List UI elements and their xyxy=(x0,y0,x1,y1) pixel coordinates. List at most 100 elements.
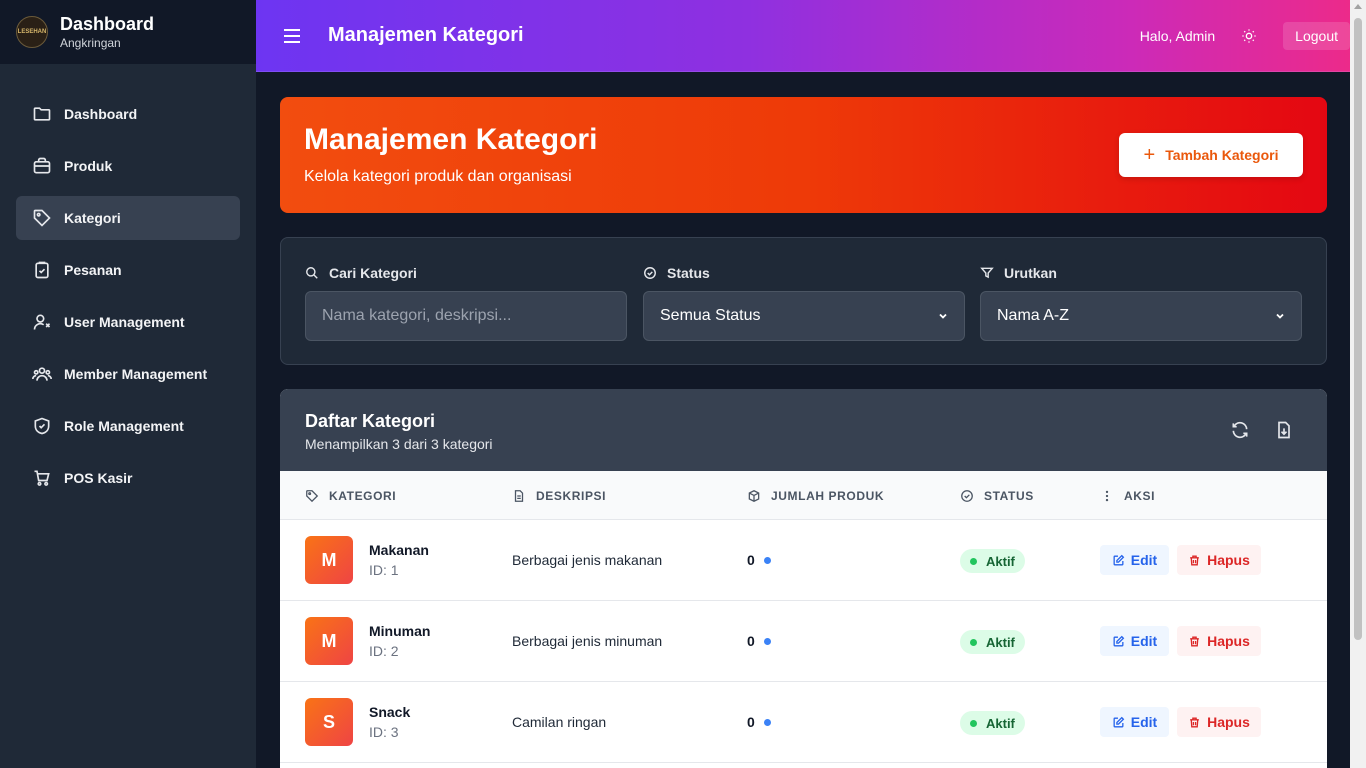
category-name: Minuman xyxy=(369,623,431,639)
sidebar-item-label: Role Management xyxy=(64,418,184,434)
count-dot xyxy=(763,718,771,726)
hero-title: Manajemen Kategori xyxy=(304,123,598,156)
status-text: Aktif xyxy=(986,715,1015,731)
chevron-down-icon xyxy=(939,313,947,319)
sidebar-item-label: Pesanan xyxy=(64,262,122,278)
document-icon xyxy=(514,489,524,502)
count-dot xyxy=(763,556,771,564)
user-greeting: Halo, Admin xyxy=(1139,28,1216,44)
sidebar: LESEHAN Dashboard Angkringan Dashboard P… xyxy=(0,0,256,768)
edit-label: Edit xyxy=(1130,552,1158,568)
page-title: Manajemen Kategori xyxy=(328,24,524,46)
cart-icon xyxy=(34,470,50,486)
add-category-button[interactable]: + Tambah Kategori xyxy=(1119,133,1303,177)
sort-select[interactable]: Nama A-Z xyxy=(980,291,1302,341)
sidebar-item-user-management[interactable]: User Management xyxy=(16,300,240,344)
edit-label: Edit xyxy=(1130,633,1158,649)
sidebar-item-label: User Management xyxy=(64,314,185,330)
table-title: Daftar Kategori xyxy=(305,411,436,431)
scroll-up-arrow[interactable] xyxy=(1354,4,1362,9)
sidebar-item-role-management[interactable]: Role Management xyxy=(16,404,240,448)
tag-icon xyxy=(33,209,51,227)
search-input[interactable]: Nama kategori, deskripsi... xyxy=(305,291,627,341)
edit-button[interactable]: Edit xyxy=(1100,626,1169,656)
table-row: M Makanan ID: 1 Berbagai jenis makanan 0… xyxy=(280,520,1327,601)
theme-toggle-button[interactable] xyxy=(1237,24,1261,48)
scroll-thumb[interactable] xyxy=(1354,18,1362,640)
tag-icon xyxy=(306,489,319,502)
sidebar-item-produk[interactable]: Produk xyxy=(16,144,240,188)
search-label: Cari Kategori xyxy=(329,265,417,281)
hamburger-menu-icon[interactable] xyxy=(280,24,304,48)
box-icon xyxy=(33,157,51,174)
category-table: Daftar Kategori Menampilkan 3 dari 3 kat… xyxy=(280,389,1327,768)
edit-button[interactable]: Edit xyxy=(1100,545,1169,575)
sidebar-item-label: Member Management xyxy=(64,366,208,382)
sort-filter: Urutkan Nama A-Z xyxy=(980,264,1302,341)
status-badge: Aktif xyxy=(960,711,1025,735)
search-icon xyxy=(306,267,318,279)
column-deskripsi: DESKRIPSI xyxy=(512,471,606,520)
filter-panel: Cari Kategori Nama kategori, deskripsi..… xyxy=(280,237,1327,365)
page-scrollbar[interactable] xyxy=(1350,0,1366,768)
sidebar-item-label: Kategori xyxy=(64,210,121,226)
column-jumlah-produk: JUMLAH PRODUK xyxy=(747,471,884,520)
brand: LESEHAN Dashboard Angkringan xyxy=(0,0,256,64)
sidebar-item-label: POS Kasir xyxy=(64,470,133,486)
add-category-label: Tambah Kategori xyxy=(1165,147,1279,163)
category-avatar: S xyxy=(305,698,353,746)
export-file-icon[interactable] xyxy=(1274,420,1294,440)
column-label: STATUS xyxy=(984,488,1034,503)
table-header: Daftar Kategori Menampilkan 3 dari 3 kat… xyxy=(280,389,1327,471)
sidebar-item-kategori[interactable]: Kategori xyxy=(16,196,240,240)
shield-icon xyxy=(34,417,50,435)
sidebar-item-member-management[interactable]: Member Management xyxy=(16,352,240,396)
status-text: Aktif xyxy=(986,553,1015,569)
status-dot xyxy=(970,638,977,646)
hero-banner: Manajemen Kategori Kelola kategori produ… xyxy=(280,97,1327,213)
category-description: Camilan ringan xyxy=(512,714,607,730)
sidebar-item-pesanan[interactable]: Pesanan xyxy=(16,248,240,292)
funnel-icon xyxy=(980,267,994,279)
category-description: Berbagai jenis minuman xyxy=(512,633,663,649)
status-dot xyxy=(970,557,977,565)
trash-icon xyxy=(1190,555,1199,565)
search-filter: Cari Kategori Nama kategori, deskripsi..… xyxy=(305,264,627,341)
column-label: DESKRIPSI xyxy=(536,488,607,503)
count-dot xyxy=(763,637,771,645)
delete-label: Hapus xyxy=(1207,714,1250,730)
delete-button[interactable]: Hapus xyxy=(1177,545,1261,575)
product-count: 0 xyxy=(747,714,771,730)
delete-button[interactable]: Hapus xyxy=(1177,707,1261,737)
product-count: 0 xyxy=(747,552,771,568)
column-aksi: AKSI xyxy=(1100,471,1155,520)
refresh-icon[interactable] xyxy=(1230,420,1250,440)
category-name: Snack xyxy=(369,704,411,720)
column-kategori: KATEGORI xyxy=(305,471,396,520)
logout-button[interactable]: Logout xyxy=(1283,22,1350,50)
sidebar-item-pos-kasir[interactable]: POS Kasir xyxy=(16,456,240,500)
sidebar-item-dashboard[interactable]: Dashboard xyxy=(16,92,240,136)
status-select-value: Semua Status xyxy=(660,307,761,324)
chevron-down-icon xyxy=(1276,313,1284,319)
status-badge: Aktif xyxy=(960,549,1025,573)
cube-icon xyxy=(748,489,760,502)
delete-label: Hapus xyxy=(1207,552,1250,568)
product-count: 0 xyxy=(747,633,771,649)
check-circle-icon xyxy=(644,267,656,279)
column-status: STATUS xyxy=(960,471,1034,520)
edit-button[interactable]: Edit xyxy=(1100,707,1169,737)
clipboard-icon xyxy=(35,261,49,279)
table-row: S Snack ID: 3 Camilan ringan 0 Aktif Edi… xyxy=(280,682,1327,763)
status-select[interactable]: Semua Status xyxy=(643,291,965,341)
sidebar-item-label: Dashboard xyxy=(64,106,138,122)
delete-button[interactable]: Hapus xyxy=(1177,626,1261,656)
trash-icon xyxy=(1190,717,1199,727)
category-avatar: M xyxy=(305,617,353,665)
table-column-headers: KATEGORI DESKRIPSI JUMLAH PRODUK STATUS … xyxy=(280,471,1327,520)
status-text: Aktif xyxy=(986,634,1015,650)
status-badge: Aktif xyxy=(960,630,1025,654)
category-name: Makanan xyxy=(369,542,429,558)
brand-subtitle: Angkringan xyxy=(60,36,121,50)
edit-icon xyxy=(1113,554,1125,565)
